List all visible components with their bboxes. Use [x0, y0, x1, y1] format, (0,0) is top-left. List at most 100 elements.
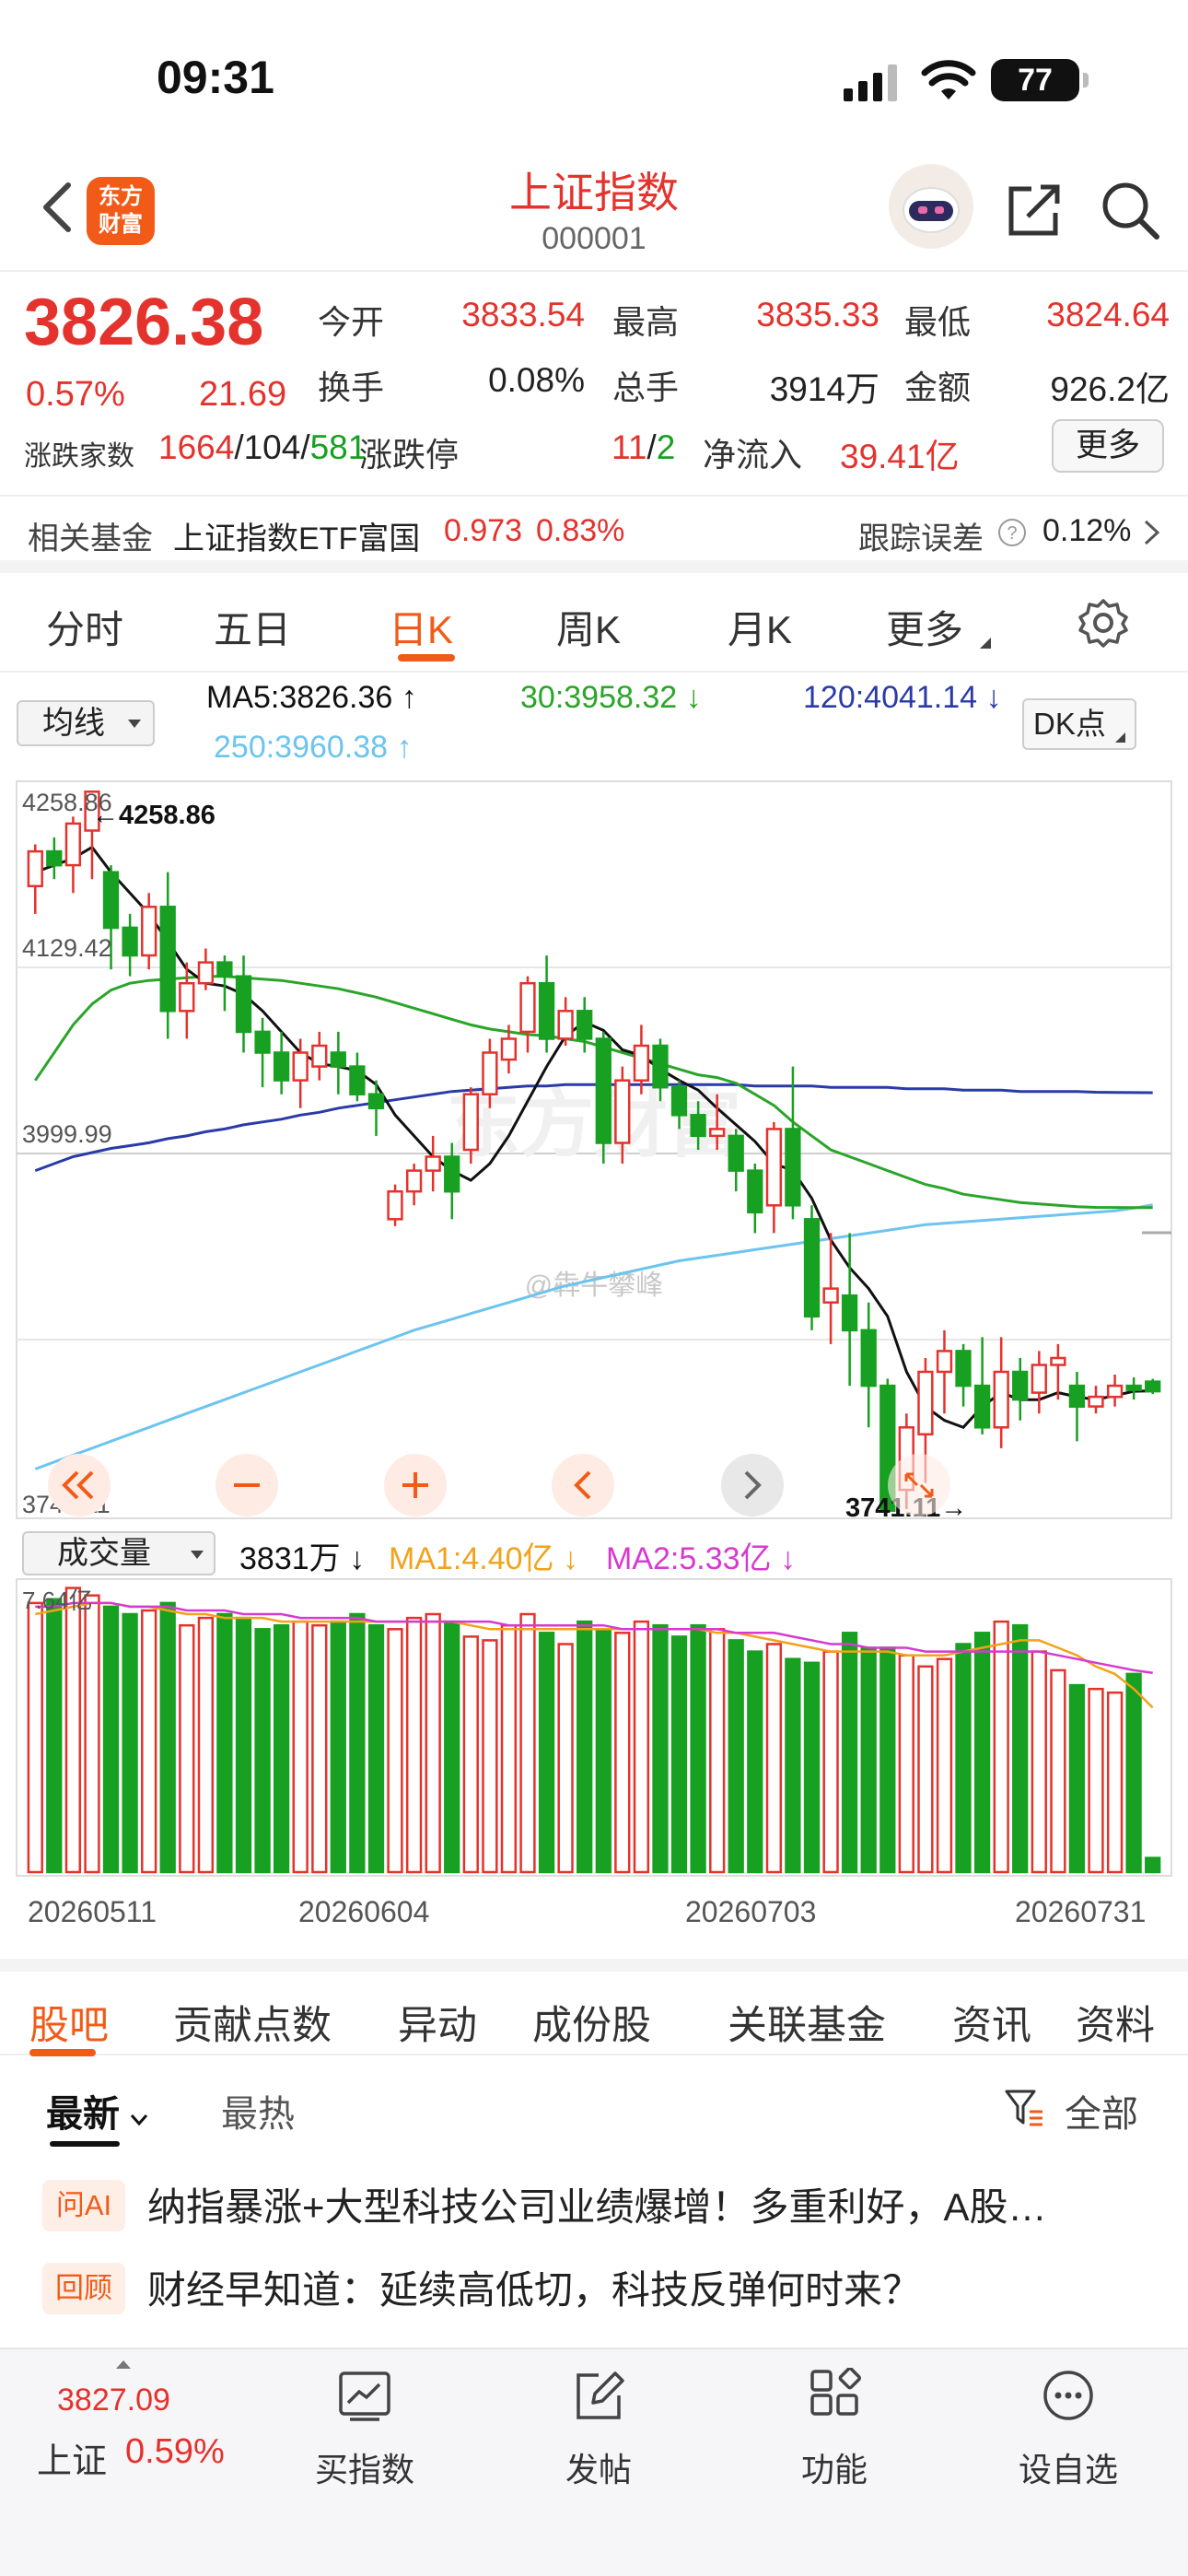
- breadth-values: 1664/104/581: [158, 428, 367, 466]
- related-fund-row[interactable]: 相关基金 上证指数ETF富国 0.973 0.83% 跟踪误差 ? 0.12%: [0, 495, 1188, 573]
- news-item[interactable]: 回顾 财经早知道：延续高低切，科技反弹何时来？: [0, 2250, 1188, 2333]
- candle-down: [973, 1384, 991, 1429]
- candle-down: [1145, 1380, 1161, 1393]
- post-button[interactable]: 发帖: [507, 2349, 691, 2534]
- candle-down: [349, 1065, 366, 1095]
- candle-down: [955, 1350, 972, 1388]
- news-badge: 回顾: [42, 2263, 125, 2314]
- candle-up: [311, 1044, 328, 1068]
- help-icon[interactable]: ?: [996, 517, 1028, 548]
- volume-bar-up: [519, 1612, 536, 1874]
- candle-up: [557, 1010, 574, 1040]
- volume-bar-down: [670, 1635, 688, 1874]
- limit-label: 涨跌停: [359, 436, 460, 474]
- tab-intraday[interactable]: 分时: [46, 599, 123, 655]
- volume-bar-up: [64, 1587, 82, 1874]
- volume-bar-up: [709, 1628, 726, 1874]
- zoom-out-button[interactable]: [215, 1454, 278, 1516]
- tab-daily-k[interactable]: 日K: [389, 599, 453, 655]
- volume-bar-down: [444, 1620, 460, 1874]
- dk-point-label: DK点: [1033, 707, 1106, 741]
- tab-news[interactable]: 资讯: [952, 1994, 1031, 2051]
- sort-latest[interactable]: 最新: [46, 2084, 148, 2137]
- tab-constituents[interactable]: 成份股: [532, 1994, 651, 2051]
- tab-more[interactable]: 更多: [886, 599, 963, 655]
- candle-down: [216, 961, 233, 978]
- candle-down: [803, 1218, 821, 1318]
- sort-hottest[interactable]: 最热: [221, 2084, 295, 2137]
- more-dots-icon: [1043, 2371, 1093, 2420]
- candle-down: [652, 1044, 669, 1089]
- filter-label[interactable]: 全部: [1065, 2084, 1138, 2137]
- ma120-label: 120:4041.14 ↓: [803, 680, 1002, 715]
- volume-ma2-label: MA2:5.33亿 ↓: [606, 1541, 796, 1576]
- cellular-signal-icon: [844, 64, 897, 101]
- grid-apps-icon: [810, 2368, 862, 2416]
- fullscreen-button[interactable]: [888, 1454, 950, 1516]
- ma5-value: MA5:3826.36: [206, 680, 393, 715]
- functions-label: 功能: [800, 2451, 868, 2488]
- candle-up: [179, 981, 195, 1013]
- tab-five-day[interactable]: 五日: [214, 599, 291, 655]
- volume-bar-up: [311, 1623, 328, 1874]
- tab-monthly-k[interactable]: 月K: [728, 599, 792, 655]
- open-value: 3833.54: [461, 296, 585, 334]
- news-item[interactable]: 问AI 纳指暴涨+大型科技公司业绩爆增！多重利好，A股…: [0, 2167, 1188, 2250]
- content-tabs: 股吧 贡献点数 异动 成份股 关联基金 资讯 资料: [0, 1959, 1188, 2056]
- date-tick-2: 20260604: [298, 1895, 429, 1928]
- dropdown-corner-icon: [1115, 732, 1125, 743]
- indicator-select[interactable]: 均线: [17, 700, 155, 746]
- tab-weekly-k[interactable]: 周K: [556, 599, 621, 655]
- ticker-name: 上证: [37, 2442, 108, 2481]
- sort-latest-label: 最新: [46, 2094, 120, 2135]
- ma250-label: 250:3960.38 ↑: [214, 730, 413, 765]
- candle-up: [141, 906, 157, 957]
- candle-up: [425, 1155, 441, 1172]
- tab-guba[interactable]: 股吧: [29, 1994, 109, 2051]
- add-watchlist-label: 设自选: [1018, 2451, 1118, 2488]
- tab-contribution[interactable]: 贡献点数: [173, 1994, 332, 2051]
- volume-ma1-value: MA1:4.40亿: [389, 1541, 554, 1576]
- search-icon[interactable]: [1100, 180, 1160, 240]
- breadth-label: 涨跌家数: [24, 441, 134, 472]
- share-icon[interactable]: [1004, 180, 1065, 240]
- volume-bar-down: [973, 1632, 991, 1874]
- candle-down: [1125, 1384, 1142, 1391]
- candle-down: [841, 1294, 858, 1332]
- volume-indicator-select[interactable]: 成交量: [22, 1531, 215, 1575]
- volume-ma2-value: MA2:5.33亿: [606, 1541, 772, 1576]
- scroll-left-button[interactable]: [552, 1454, 614, 1516]
- candle-down: [785, 1128, 801, 1207]
- ai-assistant-avatar[interactable]: [889, 164, 973, 249]
- tab-related-funds[interactable]: 关联基金: [728, 1994, 886, 2051]
- candle-down: [330, 1051, 346, 1068]
- scroll-left-fast-button[interactable]: [48, 1454, 111, 1516]
- volume-y-tick: 7.64亿: [22, 1587, 93, 1614]
- kline-chart[interactable]: 东方财富 @犇牛攀峰 4258.86 4129.42 3999.99 3741.…: [0, 774, 1188, 1953]
- tab-profile[interactable]: 资料: [1076, 1994, 1155, 2051]
- amount-label: 金额: [904, 369, 972, 406]
- scroll-right-button[interactable]: [721, 1454, 784, 1516]
- functions-button[interactable]: 功能: [742, 2349, 926, 2534]
- zoom-in-button[interactable]: [384, 1454, 447, 1516]
- volume-bar-up: [500, 1623, 518, 1874]
- dk-point-button[interactable]: DK点: [1022, 698, 1136, 750]
- more-button[interactable]: 更多: [1052, 419, 1164, 473]
- dropdown-corner-icon: [980, 638, 991, 649]
- index-ticker[interactable]: 3827.09 上证 0.59%: [0, 2349, 258, 2534]
- candle-up: [1088, 1395, 1104, 1408]
- tab-anomaly[interactable]: 异动: [398, 1994, 477, 2051]
- candle-up: [500, 1037, 518, 1061]
- buy-index-button[interactable]: 买指数: [273, 2349, 457, 2534]
- volume-bar-up: [197, 1616, 215, 1874]
- fund-label: 相关基金: [28, 521, 153, 556]
- candle-down: [122, 926, 138, 957]
- sort-row: 最新 最热 全部: [0, 2056, 1188, 2158]
- netflow-label: 净流入: [703, 436, 803, 474]
- filter-icon[interactable]: [1004, 2088, 1044, 2128]
- add-watchlist-button[interactable]: 设自选: [976, 2349, 1160, 2534]
- quote-panel: 3826.38 0.57% 21.69 今开 3833.54 最高 3835.3…: [0, 274, 1188, 495]
- candle-up: [462, 1093, 479, 1152]
- gear-icon[interactable]: [1076, 595, 1131, 650]
- fund-price: 0.973: [444, 513, 523, 548]
